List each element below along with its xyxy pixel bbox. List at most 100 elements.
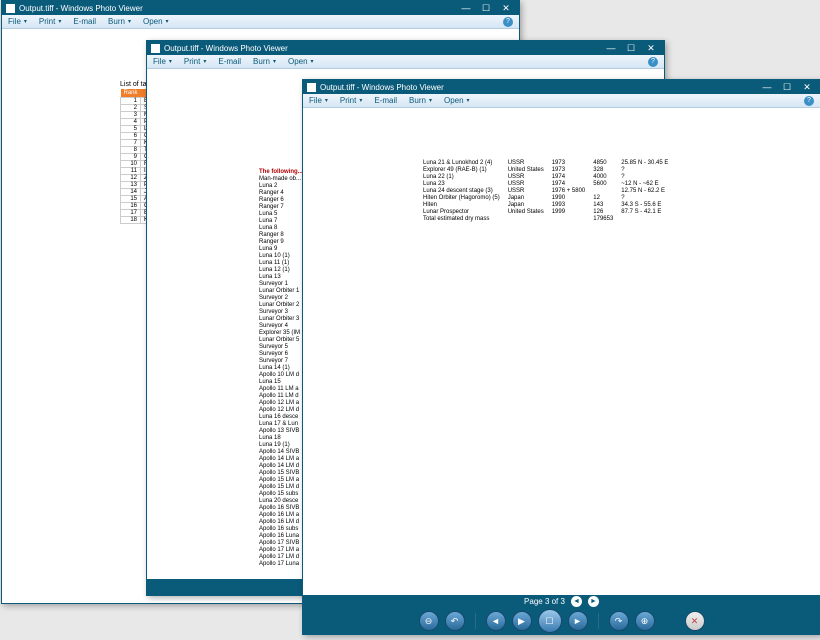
menu-open[interactable]: Open▾ xyxy=(143,17,169,26)
rank-cell: 8 xyxy=(121,147,141,154)
cell-year: 1973 xyxy=(552,160,594,167)
list-item: Luna 9 xyxy=(259,246,303,253)
rotate-ccw-button[interactable]: ↶ xyxy=(445,611,465,631)
zoom-out-button[interactable]: ⊖ xyxy=(419,611,439,631)
cell-coords: 87.7 S - 42.1 E xyxy=(621,209,676,216)
list-item: Luna 13 xyxy=(259,274,303,281)
moon-table: Luna 21 & Lunokhod 2 (4)USSR1973485025.8… xyxy=(423,160,676,223)
prev-button[interactable]: ◄ xyxy=(486,611,506,631)
maximize-button[interactable]: ☐ xyxy=(782,82,792,92)
separator xyxy=(598,613,599,629)
list-item: Lunar Orbiter 3 xyxy=(259,316,303,323)
list-item: Apollo 15 subs xyxy=(259,491,303,498)
list-item: Luna 2 xyxy=(259,183,303,190)
titlebar-2[interactable]: Output.tiff - Windows Photo Viewer — ☐ ✕ xyxy=(147,41,664,55)
cell-year: 1993 xyxy=(552,202,594,209)
play-button[interactable]: ▶ xyxy=(512,611,532,631)
list-item: Luna 17 & Lun xyxy=(259,421,303,428)
cell-mass: 4850 xyxy=(593,160,621,167)
list-item: Explorer 35 (IM xyxy=(259,330,303,337)
help-button[interactable]: ? xyxy=(648,57,658,67)
list-item: Ranger 7 xyxy=(259,204,303,211)
cell-name: Luna 23 xyxy=(423,181,508,188)
app-icon xyxy=(307,83,316,92)
maximize-button[interactable]: ☐ xyxy=(481,3,491,13)
menu-burn[interactable]: Burn▾ xyxy=(108,17,131,26)
cell-country: USSR xyxy=(508,188,552,195)
rank-cell: 6 xyxy=(121,133,141,140)
cell-country: United States xyxy=(508,209,552,216)
rank-cell: 18 xyxy=(121,217,141,224)
next-button[interactable]: ► xyxy=(568,611,588,631)
cell-country: USSR xyxy=(508,181,552,188)
menu-burn[interactable]: Burn▾ xyxy=(253,57,276,66)
delete-button[interactable]: ✕ xyxy=(685,611,705,631)
cell-coords: ~12 N - ~62 E xyxy=(621,181,676,188)
list-item: Apollo 17 LM d xyxy=(259,554,303,561)
zoom-in-button[interactable]: ⊕ xyxy=(635,611,655,631)
chevron-down-icon: ▾ xyxy=(203,58,206,65)
cell-mass: 179653 xyxy=(593,216,621,223)
close-button[interactable]: ✕ xyxy=(802,82,812,92)
minimize-button[interactable]: — xyxy=(606,43,616,53)
cell-mass xyxy=(593,188,621,195)
play-icon: ▶ xyxy=(518,616,525,627)
slideshow-icon: ☐ xyxy=(545,616,553,627)
close-button[interactable]: ✕ xyxy=(501,3,511,13)
list-item: Luna 8 xyxy=(259,225,303,232)
menu-file[interactable]: File▾ xyxy=(309,96,328,105)
menu-burn[interactable]: Burn▾ xyxy=(409,96,432,105)
page-nav: Page 3 of 3 ◄ ► xyxy=(524,596,599,607)
toolbar: ⊖ ↶ ◄ ▶ ☐ ► ↷ ⊕ ✕ xyxy=(303,608,820,634)
chevron-down-icon: ▾ xyxy=(467,97,470,104)
menu-file[interactable]: File▾ xyxy=(8,17,27,26)
menu-open[interactable]: Open▾ xyxy=(444,96,470,105)
cell-mass: 12 xyxy=(593,195,621,202)
title-text: Output.tiff - Windows Photo Viewer xyxy=(164,44,606,53)
cell-mass: 5600 xyxy=(593,181,621,188)
menu-print[interactable]: Print▾ xyxy=(184,57,206,66)
menu-print[interactable]: Print▾ xyxy=(340,96,362,105)
cell-mass: 4000 xyxy=(593,174,621,181)
cell-country: USSR xyxy=(508,174,552,181)
menu-email[interactable]: E-mail xyxy=(374,96,397,105)
menu-file[interactable]: File▾ xyxy=(153,57,172,66)
minimize-button[interactable]: — xyxy=(762,82,772,92)
close-button[interactable]: ✕ xyxy=(646,43,656,53)
menubar-1: File▾ Print▾ E-mail Burn▾ Open▾ ? xyxy=(2,15,519,29)
menubar-3: File▾ Print▾ E-mail Burn▾ Open▾ ? xyxy=(303,94,820,108)
rank-cell: 1 xyxy=(121,98,141,105)
titlebar-3[interactable]: Output.tiff - Windows Photo Viewer — ☐ ✕ xyxy=(303,80,820,94)
list-item: Surveyor 2 xyxy=(259,295,303,302)
rank-cell: 12 xyxy=(121,175,141,182)
list-item: Apollo 15 LM a xyxy=(259,477,303,484)
prev-page-button[interactable]: ◄ xyxy=(571,596,582,607)
menu-email[interactable]: E-mail xyxy=(218,57,241,66)
list-item: Apollo 16 SIVB xyxy=(259,505,303,512)
cell-name: Luna 21 & Lunokhod 2 (4) xyxy=(423,160,508,167)
minimize-button[interactable]: — xyxy=(461,3,471,13)
separator xyxy=(475,613,476,629)
help-button[interactable]: ? xyxy=(804,96,814,106)
list-item: Apollo 15 SIVB xyxy=(259,470,303,477)
menu-email[interactable]: E-mail xyxy=(73,17,96,26)
list-item: Lunar Orbiter 1 xyxy=(259,288,303,295)
table-row: Hiten Orbiter (Hagoromo) (5)Japan199012? xyxy=(423,195,676,202)
next-page-button[interactable]: ► xyxy=(588,596,599,607)
title-text: Output.tiff - Windows Photo Viewer xyxy=(19,4,461,13)
list-item: Surveyor 4 xyxy=(259,323,303,330)
rank-cell: 10 xyxy=(121,161,141,168)
cell-coords: 12.75 N - 62.2 E xyxy=(621,188,676,195)
table-row: Luna 21 & Lunokhod 2 (4)USSR1973485025.8… xyxy=(423,160,676,167)
zoom-in-icon: ⊕ xyxy=(641,616,649,627)
slideshow-button[interactable]: ☐ xyxy=(538,609,562,633)
rank-cell: 15 xyxy=(121,196,141,203)
menu-print[interactable]: Print▾ xyxy=(39,17,61,26)
menu-open[interactable]: Open▾ xyxy=(288,57,314,66)
titlebar-1[interactable]: Output.tiff - Windows Photo Viewer — ☐ ✕ xyxy=(2,1,519,15)
cell-name: Lunar Prospector xyxy=(423,209,508,216)
rotate-cw-button[interactable]: ↷ xyxy=(609,611,629,631)
maximize-button[interactable]: ☐ xyxy=(626,43,636,53)
list-item: Apollo 17 Luna xyxy=(259,561,303,568)
help-button[interactable]: ? xyxy=(503,17,513,27)
